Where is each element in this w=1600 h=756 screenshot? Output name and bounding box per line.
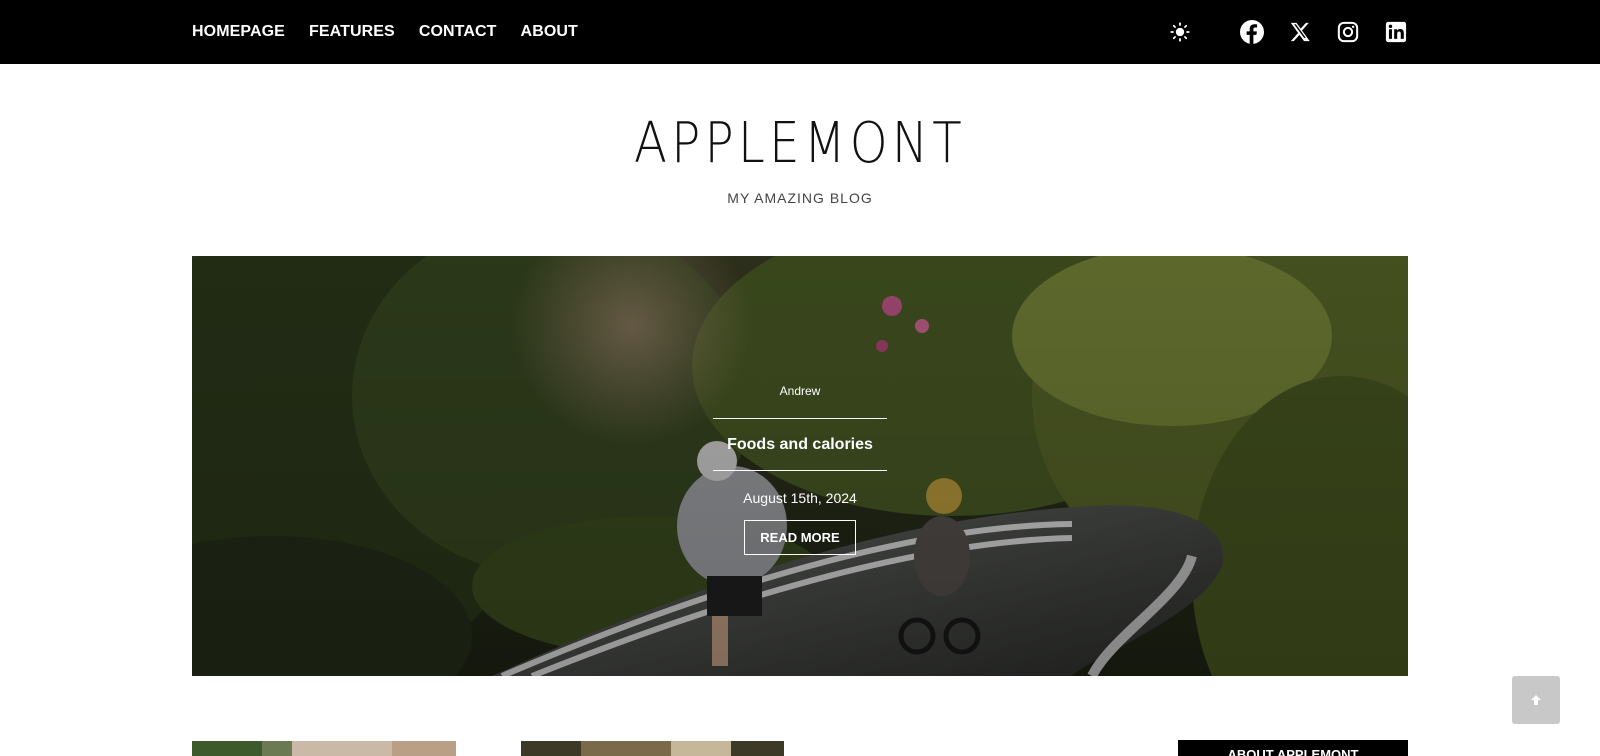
nav-item-contact[interactable]: CONTACT <box>419 23 497 41</box>
title-divider-bottom <box>713 470 887 471</box>
scroll-to-top-button[interactable] <box>1512 676 1560 724</box>
site-header: APPLEMONT MY AMAZING BLOG <box>0 108 1600 206</box>
top-icons <box>1168 0 1408 64</box>
site-title[interactable]: APPLEMONT <box>112 108 1488 180</box>
about-widget-heading: ABOUT APPLEMONT <box>1178 740 1408 756</box>
x-icon[interactable] <box>1288 20 1312 44</box>
read-more-button[interactable]: READ MORE <box>744 520 856 555</box>
instagram-icon[interactable] <box>1336 20 1360 44</box>
nav-item-about[interactable]: ABOUT <box>521 23 578 41</box>
top-navigation-bar: HOMEPAGE FEATURES CONTACT ABOUT <box>0 0 1600 64</box>
nav-item-features[interactable]: FEATURES <box>309 23 395 41</box>
site-tagline: MY AMAZING BLOG <box>727 190 873 206</box>
arrow-up-icon <box>1531 695 1541 705</box>
hero-content: Andrew Foods and calories August 15th, 2… <box>192 256 1408 676</box>
nav-item-homepage[interactable]: HOMEPAGE <box>192 23 285 41</box>
post-author[interactable]: Andrew <box>192 384 1408 398</box>
linkedin-icon[interactable] <box>1384 20 1408 44</box>
main-menu: HOMEPAGE FEATURES CONTACT ABOUT <box>192 0 602 64</box>
featured-post-hero[interactable]: Andrew Foods and calories August 15th, 2… <box>192 256 1408 676</box>
post-card-thumbnail[interactable] <box>521 741 784 756</box>
post-card-thumbnail[interactable] <box>192 741 456 756</box>
title-divider-top <box>713 418 887 419</box>
sun-icon[interactable] <box>1168 20 1192 44</box>
post-title[interactable]: Foods and calories <box>192 436 1408 454</box>
post-date: August 15th, 2024 <box>743 490 857 506</box>
facebook-icon[interactable] <box>1240 20 1264 44</box>
